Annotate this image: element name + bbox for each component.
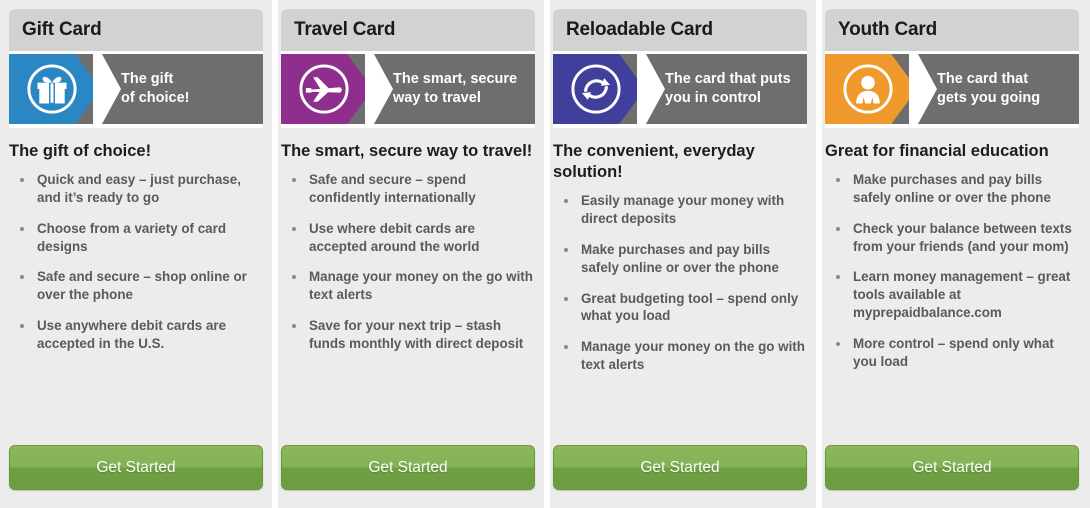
get-started-button[interactable]: Get Started bbox=[281, 445, 535, 490]
tagline-line-2: gets you going bbox=[937, 90, 1041, 106]
airplane-icon bbox=[295, 60, 353, 118]
card-tagline: The smart, secure way to travel bbox=[373, 54, 535, 124]
product-card: Reloadable Card The card that puts you in … bbox=[544, 0, 816, 508]
card-title: Travel Card bbox=[294, 19, 396, 40]
card-comparison-row: Gift Card The gift of choice! The gift of c… bbox=[0, 0, 1090, 508]
cta-area: Get Started bbox=[9, 439, 263, 508]
product-card: Travel Card The smart, secure way to trave… bbox=[272, 0, 544, 508]
feature-item: Safe and secure – shop online or over th… bbox=[13, 268, 263, 304]
card-header: Youth Card bbox=[825, 9, 1079, 51]
feature-item: Save for your next trip – stash funds mo… bbox=[285, 317, 535, 353]
card-banner: The card that gets you going bbox=[825, 54, 1079, 124]
feature-item: Make purchases and pay bills safely onli… bbox=[557, 241, 807, 277]
card-banner: The card that puts you in control bbox=[553, 54, 807, 124]
card-heading: Great for financial education bbox=[825, 142, 1049, 160]
feature-item: Choose from a variety of card designs bbox=[13, 220, 263, 256]
child-person-icon bbox=[839, 60, 897, 118]
card-heading: The convenient, everyday solution! bbox=[553, 142, 755, 182]
card-title: Youth Card bbox=[838, 19, 937, 40]
get-started-button[interactable]: Get Started bbox=[825, 445, 1079, 490]
card-body: Great for financial education Make purcha… bbox=[825, 128, 1079, 439]
cta-area: Get Started bbox=[553, 439, 807, 508]
feature-item: Use where debit cards are accepted aroun… bbox=[285, 220, 535, 256]
card-header: Travel Card bbox=[281, 9, 535, 51]
feature-list: Safe and secure – spend confidently inte… bbox=[281, 171, 535, 353]
feature-item: Great budgeting tool – spend only what y… bbox=[557, 290, 807, 326]
tagline-line-1: The smart, secure bbox=[393, 70, 518, 87]
feature-item: Manage your money on the go with text al… bbox=[285, 268, 535, 304]
card-body: The smart, secure way to travel! Safe and… bbox=[281, 128, 535, 439]
feature-item: Learn money management – great tools ava… bbox=[829, 268, 1079, 321]
card-banner: The smart, secure way to travel bbox=[281, 54, 535, 124]
card-body: The gift of choice! Quick and easy – just… bbox=[9, 128, 263, 439]
feature-item: Check your balance between texts from yo… bbox=[829, 220, 1079, 256]
feature-list: Make purchases and pay bills safely onli… bbox=[825, 171, 1079, 370]
get-started-button[interactable]: Get Started bbox=[553, 445, 807, 490]
refresh-arrows-icon bbox=[567, 60, 625, 118]
card-title: Reloadable Card bbox=[566, 19, 713, 40]
feature-list: Quick and easy – just purchase, and it’s… bbox=[9, 171, 263, 353]
product-card: Youth Card The card that gets you going Gre… bbox=[816, 0, 1088, 508]
card-tagline: The gift of choice! bbox=[101, 54, 263, 124]
tagline-line-2: of choice! bbox=[121, 90, 190, 106]
tagline-line-1: The gift bbox=[121, 70, 174, 87]
card-header: Reloadable Card bbox=[553, 9, 807, 51]
product-card: Gift Card The gift of choice! The gift of c… bbox=[0, 0, 272, 508]
feature-item: Use anywhere debit cards are accepted in… bbox=[13, 317, 263, 353]
feature-item: Manage your money on the go with text al… bbox=[557, 338, 807, 374]
feature-item: Easily manage your money with direct dep… bbox=[557, 192, 807, 228]
card-heading: The smart, secure way to travel! bbox=[281, 142, 533, 160]
banner-icon-area bbox=[553, 54, 645, 124]
banner-icon-area bbox=[281, 54, 373, 124]
feature-item: Safe and secure – spend confidently inte… bbox=[285, 171, 535, 207]
tagline-line-2: you in control bbox=[665, 90, 761, 106]
card-header: Gift Card bbox=[9, 9, 263, 51]
tagline-line-2: way to travel bbox=[393, 90, 481, 106]
card-tagline: The card that puts you in control bbox=[645, 54, 807, 124]
feature-list: Easily manage your money with direct dep… bbox=[553, 192, 807, 374]
card-heading: The gift of choice! bbox=[9, 142, 152, 160]
banner-icon-area bbox=[825, 54, 917, 124]
feature-item: Quick and easy – just purchase, and it’s… bbox=[13, 171, 263, 207]
feature-item: Make purchases and pay bills safely onli… bbox=[829, 171, 1079, 207]
cta-area: Get Started bbox=[281, 439, 535, 508]
tagline-line-1: The card that puts bbox=[665, 70, 791, 87]
get-started-button[interactable]: Get Started bbox=[9, 445, 263, 490]
feature-item: More control – spend only what you load bbox=[829, 335, 1079, 371]
tagline-line-1: The card that bbox=[937, 70, 1029, 87]
card-title: Gift Card bbox=[22, 19, 102, 40]
banner-icon-area bbox=[9, 54, 101, 124]
card-body: The convenient, everyday solution! Easily… bbox=[553, 128, 807, 439]
cta-area: Get Started bbox=[825, 439, 1079, 508]
gift-box-icon bbox=[23, 60, 81, 118]
card-banner: The gift of choice! bbox=[9, 54, 263, 124]
card-tagline: The card that gets you going bbox=[917, 54, 1079, 124]
